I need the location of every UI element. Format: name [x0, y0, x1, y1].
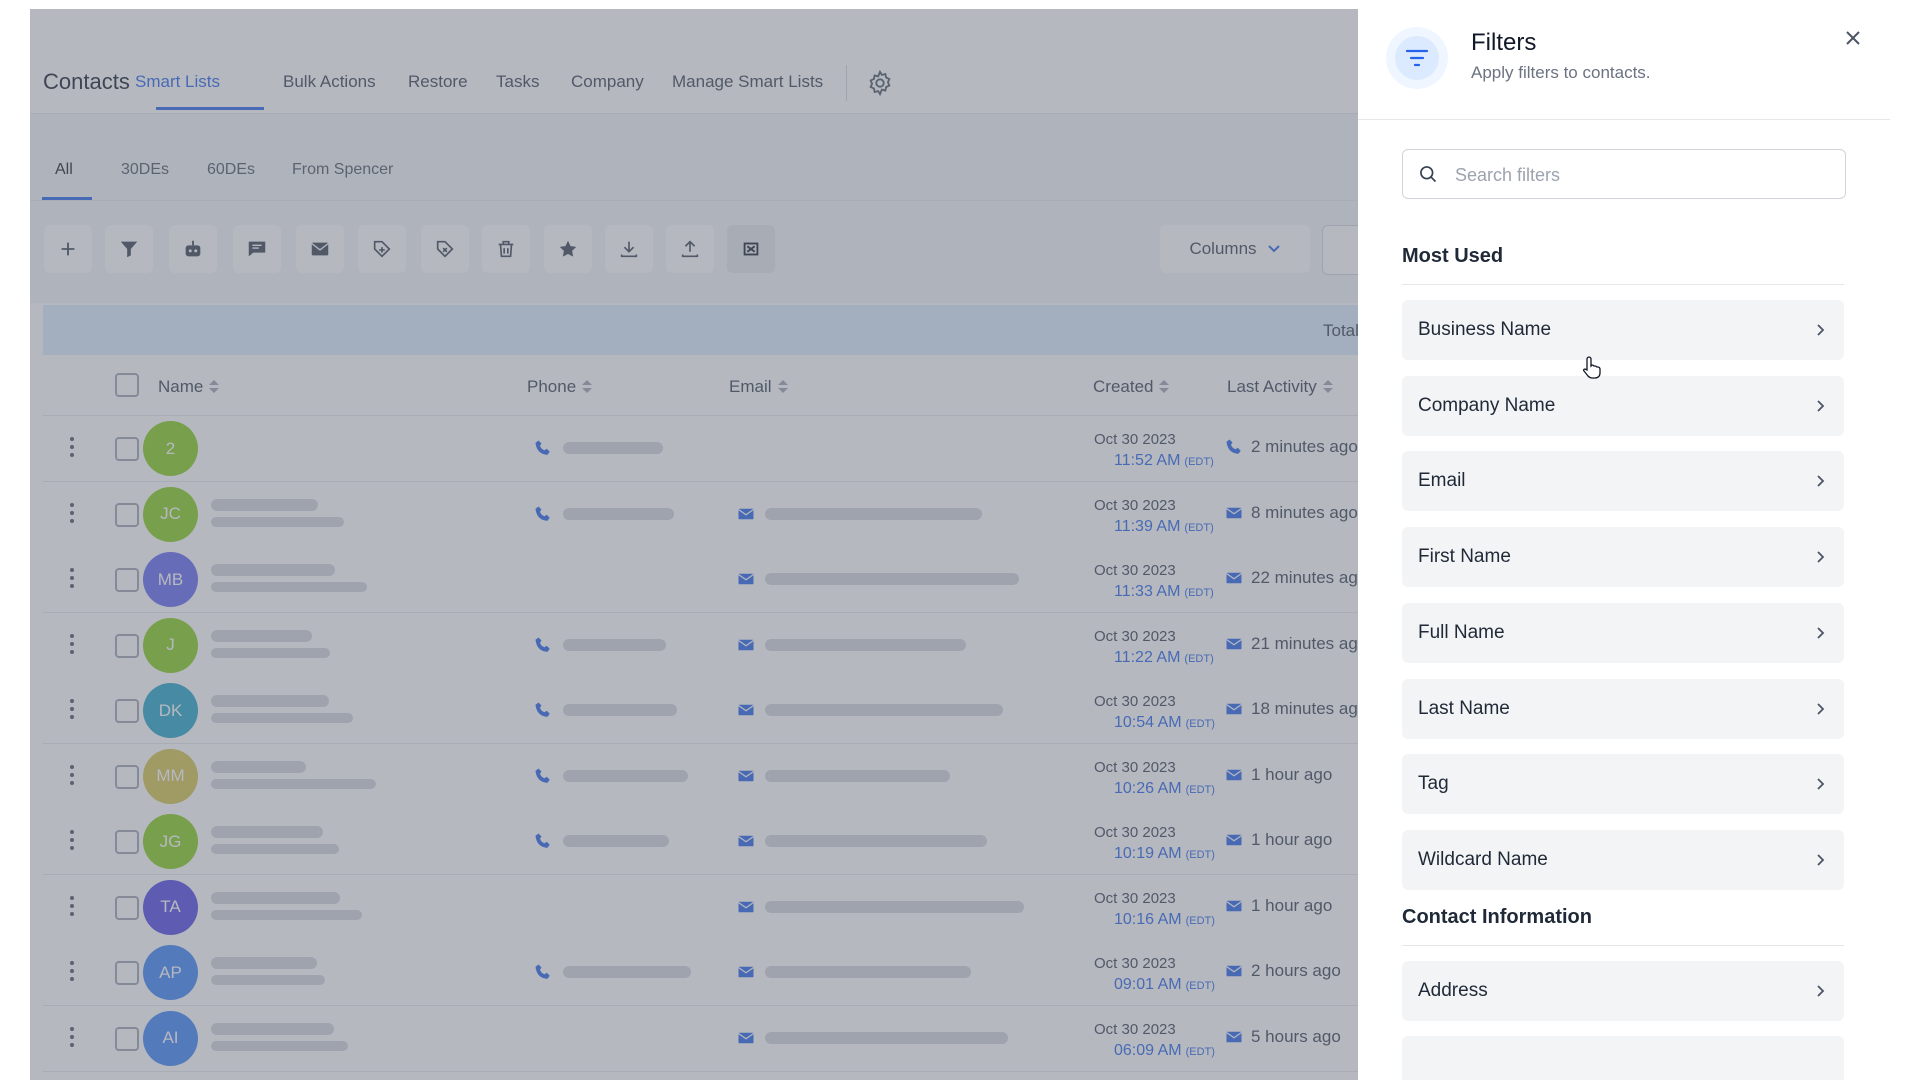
- contacts-app: Contacts Smart Lists Bulk Actions Restor…: [30, 9, 1890, 1080]
- filter-section-title: Most Used: [1402, 245, 1504, 267]
- filter-item-label: Full Name: [1418, 621, 1505, 643]
- filter-item-label: Email: [1418, 470, 1466, 492]
- filter-item-first-name[interactable]: First Name: [1402, 527, 1844, 588]
- filter-search-input[interactable]: [1453, 158, 1837, 192]
- chevron-right-icon: [1817, 984, 1825, 997]
- section-divider: [1402, 944, 1844, 946]
- close-filters-button[interactable]: [1838, 23, 1868, 53]
- chevron-right-icon: [1817, 627, 1825, 639]
- filter-item-company-name[interactable]: Company Name: [1402, 375, 1844, 436]
- filter-section-title: Contact Information: [1402, 905, 1592, 928]
- filter-item-last-name[interactable]: Last Name: [1402, 678, 1844, 739]
- filter-item-label: Business Name: [1418, 319, 1552, 340]
- filter-item-email[interactable]: Email: [1402, 451, 1844, 512]
- filter-item-tag[interactable]: Tag: [1402, 754, 1844, 815]
- filter-item-full-name[interactable]: Full Name: [1402, 602, 1844, 663]
- chevron-right-icon: [1817, 778, 1825, 790]
- filter-item-label: Company Name: [1418, 394, 1556, 416]
- chevron-right-icon: [1817, 475, 1825, 488]
- chevron-right-icon: [1817, 854, 1825, 866]
- filter-item-partial[interactable]: [1402, 1036, 1844, 1080]
- filters-badge-inner: [1395, 36, 1439, 80]
- filters-badge: [1386, 27, 1448, 89]
- search-icon: [1420, 166, 1437, 183]
- chevron-right-icon: [1817, 324, 1825, 336]
- hand-cursor-icon: [1582, 356, 1601, 379]
- filter-item-label: Wildcard Name: [1418, 848, 1548, 870]
- close-icon: [1846, 31, 1860, 45]
- filters-drawer: Filters Apply filters to contacts. Most …: [1358, 9, 1890, 1080]
- filter-item-label: First Name: [1418, 546, 1511, 568]
- filter-item-label: Address: [1418, 979, 1488, 1001]
- filters-subtitle: Apply filters to contacts.: [1471, 63, 1651, 82]
- filter-item-business-name[interactable]: Business Name: [1402, 300, 1844, 360]
- section-divider: [1402, 284, 1844, 285]
- filter-search-box: [1402, 149, 1846, 199]
- filters-header: Filters Apply filters to contacts.: [1358, 9, 1890, 120]
- filter-item-wildcard-name[interactable]: Wildcard Name: [1402, 829, 1844, 890]
- chevron-right-icon: [1817, 702, 1825, 715]
- filter-item-label: Last Name: [1418, 697, 1510, 719]
- filter-item-label: Tag: [1418, 773, 1449, 795]
- filter-item-address[interactable]: Address: [1402, 960, 1844, 1021]
- filters-title: Filters: [1471, 29, 1537, 56]
- filter-lines-icon: [1405, 49, 1429, 67]
- chevron-right-icon: [1817, 551, 1825, 563]
- chevron-right-icon: [1817, 400, 1825, 412]
